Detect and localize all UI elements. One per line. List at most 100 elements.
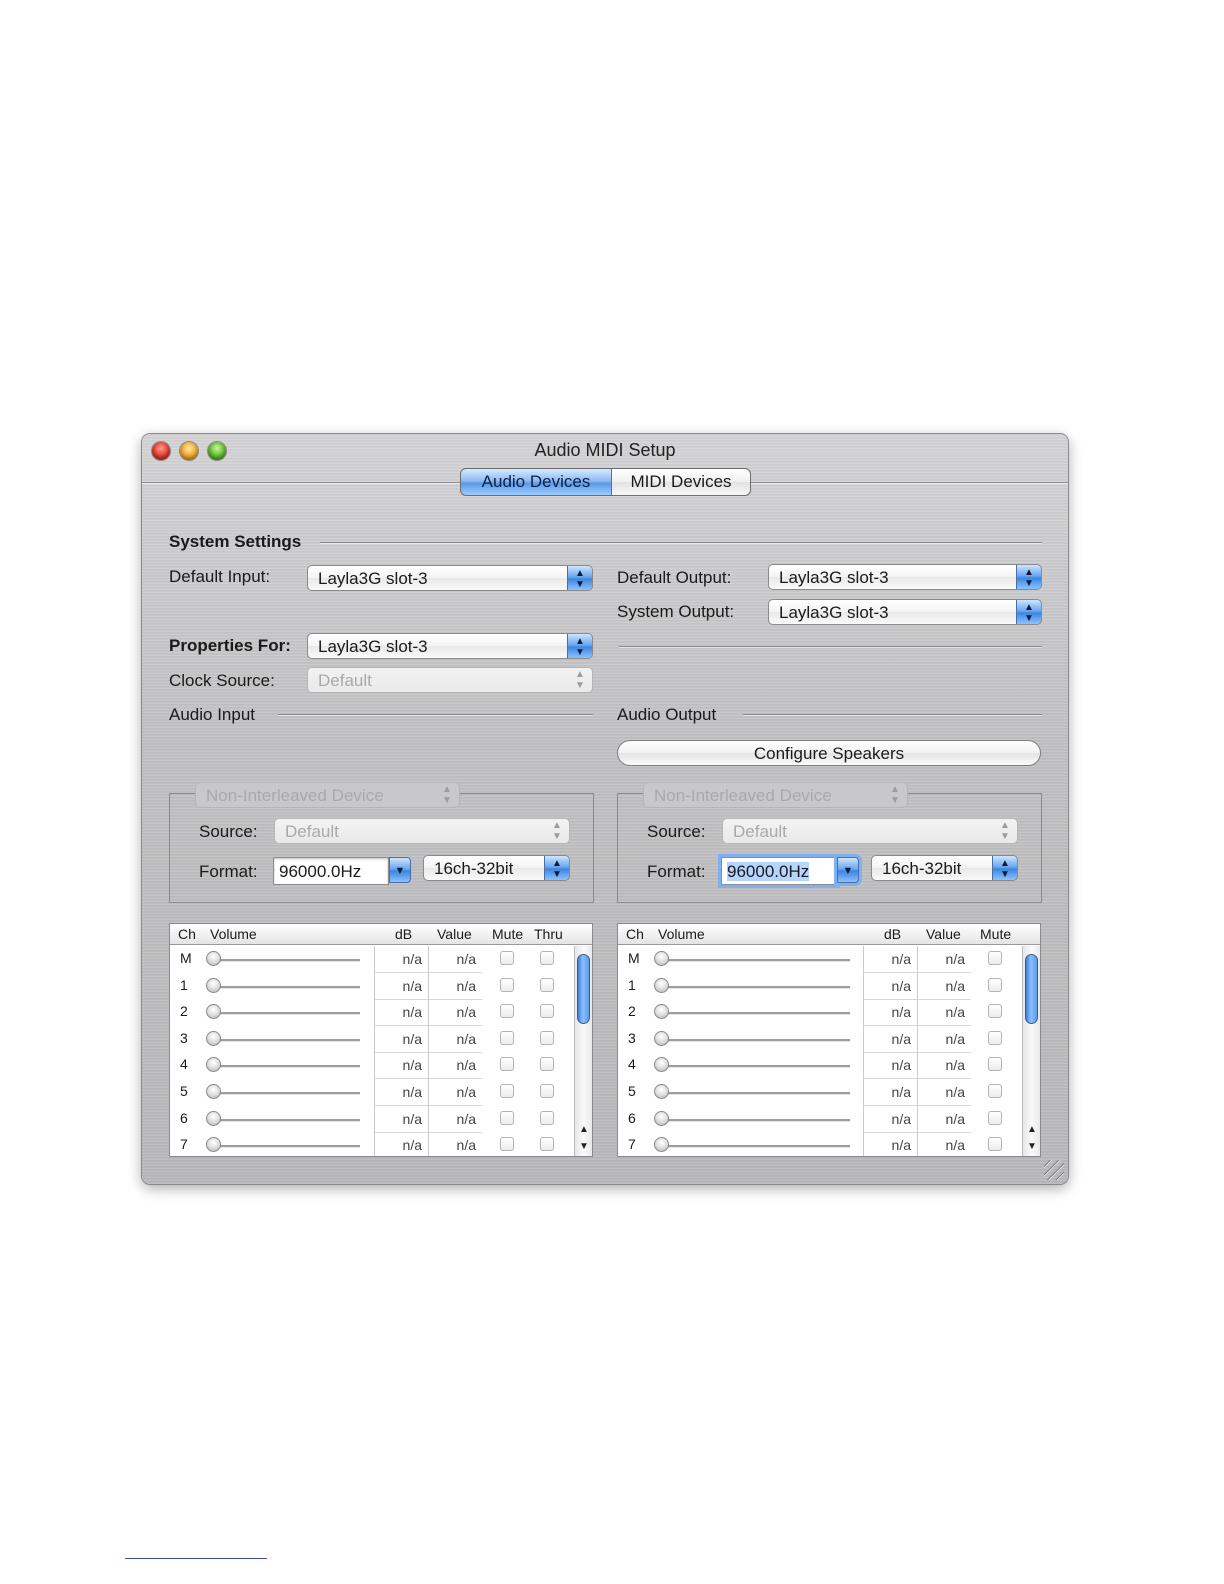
system-output-popup[interactable]: Layla3G slot-3 ▲ ▼ <box>768 599 1042 625</box>
volume-slider-knob[interactable] <box>654 1004 669 1020</box>
volume-slider-track[interactable] <box>208 1092 360 1095</box>
mute-checkbox[interactable] <box>988 1084 1002 1098</box>
thru-checkbox[interactable] <box>540 1110 554 1125</box>
volume-slider-knob[interactable] <box>206 951 221 966</box>
volume-slider-knob[interactable] <box>654 1110 669 1126</box>
volume-slider-track[interactable] <box>656 1118 850 1122</box>
channel-label: 1 <box>628 976 636 993</box>
thru-checkbox[interactable] <box>540 951 554 965</box>
input-source-popup[interactable]: Default ▲ ▼ <box>274 818 570 844</box>
column-header-value[interactable]: Value <box>437 924 472 944</box>
scroll-down-arrow-icon[interactable]: ▼ <box>1023 1139 1040 1155</box>
volume-slider-knob[interactable] <box>654 977 669 993</box>
system-settings-heading: System Settings <box>169 532 302 551</box>
output-device-mode-popup[interactable]: Non-Interleaved Device ▲ ▼ <box>643 782 908 808</box>
thru-checkbox[interactable] <box>540 1084 554 1098</box>
db-cell: n/a <box>863 946 917 973</box>
output-table-scroll-thumb[interactable] <box>1025 954 1038 1024</box>
resize-grip-icon[interactable] <box>1044 1160 1064 1180</box>
volume-slider-knob[interactable] <box>206 1057 221 1073</box>
column-header-ch[interactable]: Ch <box>178 924 196 944</box>
mute-checkbox[interactable] <box>500 1137 514 1152</box>
mute-checkbox[interactable] <box>988 1057 1002 1072</box>
mute-checkbox[interactable] <box>988 977 1002 992</box>
volume-slider-track[interactable] <box>656 1145 850 1149</box>
channel-label: 7 <box>180 1136 188 1153</box>
mute-checkbox[interactable] <box>500 1057 514 1072</box>
mute-checkbox[interactable] <box>500 1084 514 1098</box>
thru-checkbox[interactable] <box>540 977 554 992</box>
volume-slider-knob[interactable] <box>654 1057 669 1073</box>
input-format-rate-dropdown[interactable]: ▼ <box>389 857 411 883</box>
output-table-scrollbar[interactable]: ▲ ▼ <box>1022 946 1040 1156</box>
volume-slider-knob[interactable] <box>654 951 669 966</box>
volume-slider-track[interactable] <box>208 1038 360 1042</box>
configure-speakers-button[interactable]: Configure Speakers <box>617 740 1041 766</box>
clock-source-popup[interactable]: Default ▲ ▼ <box>307 667 593 693</box>
mute-checkbox[interactable] <box>988 1137 1002 1152</box>
output-format-rate-dropdown[interactable]: ▼ <box>837 857 859 883</box>
volume-slider-track[interactable] <box>208 1065 360 1069</box>
thru-checkbox[interactable] <box>540 1030 554 1045</box>
column-header-ch[interactable]: Ch <box>626 924 644 944</box>
volume-slider-track[interactable] <box>208 1012 360 1016</box>
volume-slider-track[interactable] <box>656 1065 850 1069</box>
input-table-scroll-thumb[interactable] <box>577 954 590 1024</box>
volume-slider-knob[interactable] <box>206 1030 221 1046</box>
scroll-up-arrow-icon[interactable]: ▲ <box>1023 1122 1040 1138</box>
mute-checkbox[interactable] <box>988 1004 1002 1019</box>
column-header-volume[interactable]: Volume <box>210 924 257 944</box>
scroll-up-arrow-icon[interactable]: ▲ <box>575 1122 592 1138</box>
volume-slider-track[interactable] <box>656 959 850 962</box>
mute-checkbox[interactable] <box>500 1004 514 1019</box>
output-source-popup[interactable]: Default ▲ ▼ <box>722 818 1018 844</box>
column-header-volume[interactable]: Volume <box>658 924 705 944</box>
thru-checkbox[interactable] <box>540 1137 554 1152</box>
tab-audio-devices[interactable]: Audio Devices <box>460 468 612 496</box>
volume-slider-knob[interactable] <box>654 1137 669 1153</box>
volume-slider-track[interactable] <box>208 959 360 962</box>
input-format-channels-popup[interactable]: 16ch-32bit ▲ ▼ <box>423 855 570 881</box>
output-format-channels-popup[interactable]: 16ch-32bit ▲ ▼ <box>871 855 1018 881</box>
volume-slider-track[interactable] <box>208 985 360 989</box>
output-format-rate-field[interactable]: 96000.0Hz <box>721 857 837 885</box>
volume-slider-track[interactable] <box>656 1012 850 1016</box>
scroll-down-arrow-icon[interactable]: ▼ <box>575 1139 592 1155</box>
default-output-popup[interactable]: Layla3G slot-3 ▲ ▼ <box>768 564 1042 590</box>
tab-midi-devices[interactable]: MIDI Devices <box>611 468 751 496</box>
volume-slider-knob[interactable] <box>206 1084 221 1099</box>
thru-checkbox[interactable] <box>540 1057 554 1072</box>
thru-checkbox[interactable] <box>540 1004 554 1019</box>
volume-slider-knob[interactable] <box>654 1084 669 1099</box>
table-row: 4 n/a n/a <box>170 1052 574 1080</box>
input-table-scrollbar[interactable]: ▲ ▼ <box>574 946 592 1156</box>
mute-checkbox[interactable] <box>500 977 514 992</box>
default-input-popup[interactable]: Layla3G slot-3 ▲ ▼ <box>307 565 593 591</box>
volume-slider-track[interactable] <box>656 1038 850 1042</box>
column-header-mute[interactable]: Mute <box>980 924 1011 944</box>
column-header-db[interactable]: dB <box>884 924 901 944</box>
volume-slider-track[interactable] <box>656 1092 850 1095</box>
volume-slider-knob[interactable] <box>206 1004 221 1020</box>
mute-checkbox[interactable] <box>500 951 514 965</box>
column-header-mute[interactable]: Mute <box>492 924 523 944</box>
mute-checkbox[interactable] <box>500 1030 514 1045</box>
volume-slider-knob[interactable] <box>206 1137 221 1153</box>
volume-slider-knob[interactable] <box>206 1110 221 1126</box>
mute-checkbox[interactable] <box>500 1110 514 1125</box>
column-header-db[interactable]: dB <box>395 924 412 944</box>
volume-slider-track[interactable] <box>208 1145 360 1149</box>
input-device-mode-popup[interactable]: Non-Interleaved Device ▲ ▼ <box>195 782 460 808</box>
column-header-thru[interactable]: Thru <box>534 924 563 944</box>
mute-checkbox[interactable] <box>988 1110 1002 1125</box>
volume-slider-track[interactable] <box>208 1118 360 1122</box>
volume-slider-track[interactable] <box>656 985 850 989</box>
channel-label: 6 <box>628 1109 636 1126</box>
properties-for-popup[interactable]: Layla3G slot-3 ▲ ▼ <box>307 633 593 659</box>
input-format-rate-field[interactable]: 96000.0Hz <box>273 857 389 885</box>
column-header-value[interactable]: Value <box>926 924 961 944</box>
mute-checkbox[interactable] <box>988 951 1002 965</box>
mute-checkbox[interactable] <box>988 1030 1002 1045</box>
volume-slider-knob[interactable] <box>654 1030 669 1046</box>
volume-slider-knob[interactable] <box>206 977 221 993</box>
